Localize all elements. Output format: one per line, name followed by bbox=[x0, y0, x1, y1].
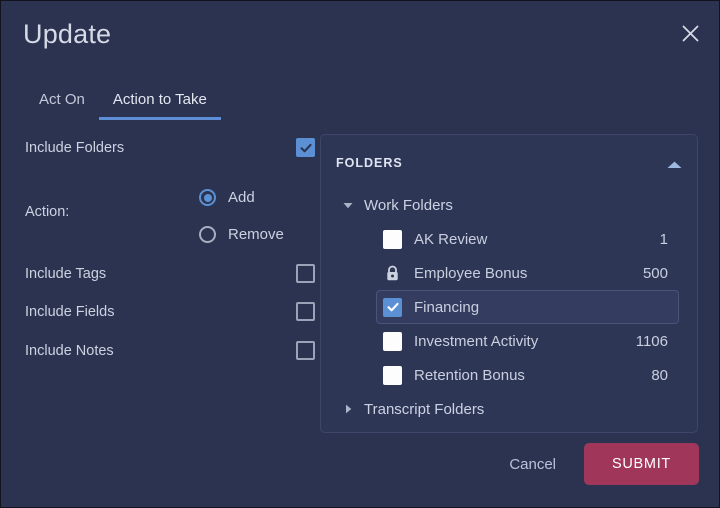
tree-item-investment-activity[interactable]: Investment Activity 1106 bbox=[376, 324, 679, 358]
tree-item-label: Investment Activity bbox=[414, 332, 539, 350]
tree-item-count: 1106 bbox=[635, 332, 668, 350]
dialog-tabs: Act On Action to Take bbox=[25, 89, 221, 120]
row-include-tags: Include Tags bbox=[25, 263, 315, 284]
tree-group-work-folders[interactable]: Work Folders bbox=[321, 188, 697, 222]
row-include-folders: Include Folders bbox=[25, 137, 315, 158]
folders-tree: Work Folders AK Review 1 Employee Bonus … bbox=[321, 188, 697, 426]
dialog-footer: Cancel SUBMIT bbox=[491, 443, 699, 485]
caret-down-icon bbox=[340, 202, 356, 209]
include-tags-checkbox[interactable] bbox=[296, 264, 315, 283]
tree-group-transcript-folders[interactable]: Transcript Folders bbox=[321, 392, 697, 426]
radio-remove-indicator bbox=[199, 226, 216, 243]
tree-item-employee-bonus[interactable]: Employee Bonus 500 bbox=[376, 256, 679, 290]
tree-item-label: AK Review bbox=[414, 230, 488, 248]
include-fields-label: Include Fields bbox=[25, 303, 115, 320]
update-dialog: Update Act On Action to Take Include Fol… bbox=[0, 0, 720, 508]
radio-option-add[interactable]: Add bbox=[199, 179, 284, 216]
tree-item-count: 1 bbox=[659, 230, 668, 248]
radio-option-remove[interactable]: Remove bbox=[199, 216, 284, 253]
caret-right-icon bbox=[340, 404, 356, 414]
tree-group-label: Work Folders bbox=[364, 196, 453, 214]
close-icon[interactable] bbox=[675, 18, 705, 48]
tree-item-retention-bonus[interactable]: Retention Bonus 80 bbox=[376, 358, 679, 392]
action-radio-group: Add Remove bbox=[199, 179, 284, 253]
radio-add-label: Add bbox=[228, 189, 255, 206]
tree-item-checkbox[interactable] bbox=[383, 229, 402, 249]
include-notes-checkbox[interactable] bbox=[296, 341, 315, 360]
include-tags-label: Include Tags bbox=[25, 265, 107, 282]
lock-icon bbox=[383, 264, 402, 283]
tree-item-count: 80 bbox=[651, 366, 668, 384]
radio-remove-label: Remove bbox=[228, 226, 284, 243]
include-fields-checkbox[interactable] bbox=[296, 302, 315, 321]
submit-button[interactable]: SUBMIT bbox=[584, 443, 699, 485]
radio-add-indicator bbox=[199, 189, 216, 206]
tab-action-to-take[interactable]: Action to Take bbox=[98, 89, 221, 120]
include-folders-label: Include Folders bbox=[25, 139, 125, 156]
row-include-fields: Include Fields bbox=[25, 301, 315, 322]
tree-item-label: Financing bbox=[414, 298, 480, 316]
tree-item-checkbox[interactable] bbox=[383, 365, 402, 385]
row-include-notes: Include Notes bbox=[25, 340, 315, 361]
include-notes-label: Include Notes bbox=[25, 342, 114, 359]
page-title: Update bbox=[23, 19, 112, 49]
tab-act-on[interactable]: Act On bbox=[25, 89, 99, 120]
row-action: Action: bbox=[25, 201, 195, 222]
cancel-button[interactable]: Cancel bbox=[491, 446, 574, 483]
tree-item-ak-review[interactable]: AK Review 1 bbox=[376, 222, 679, 256]
folders-panel-title: FOLDERS bbox=[336, 156, 403, 170]
tree-item-label: Retention Bonus bbox=[414, 366, 525, 384]
include-folders-checkbox[interactable] bbox=[296, 138, 315, 157]
tree-group-label: Transcript Folders bbox=[364, 400, 485, 418]
tree-item-label: Employee Bonus bbox=[414, 264, 528, 282]
folders-panel: FOLDERS Work Folders AK Review 1 Employe… bbox=[320, 134, 698, 433]
tree-item-financing[interactable]: Financing bbox=[376, 290, 679, 324]
tree-item-count: 500 bbox=[642, 264, 668, 282]
tree-item-checkbox[interactable] bbox=[383, 297, 402, 317]
action-label: Action: bbox=[25, 203, 70, 220]
tree-item-checkbox[interactable] bbox=[383, 331, 402, 351]
chevron-up-icon[interactable] bbox=[666, 157, 683, 175]
